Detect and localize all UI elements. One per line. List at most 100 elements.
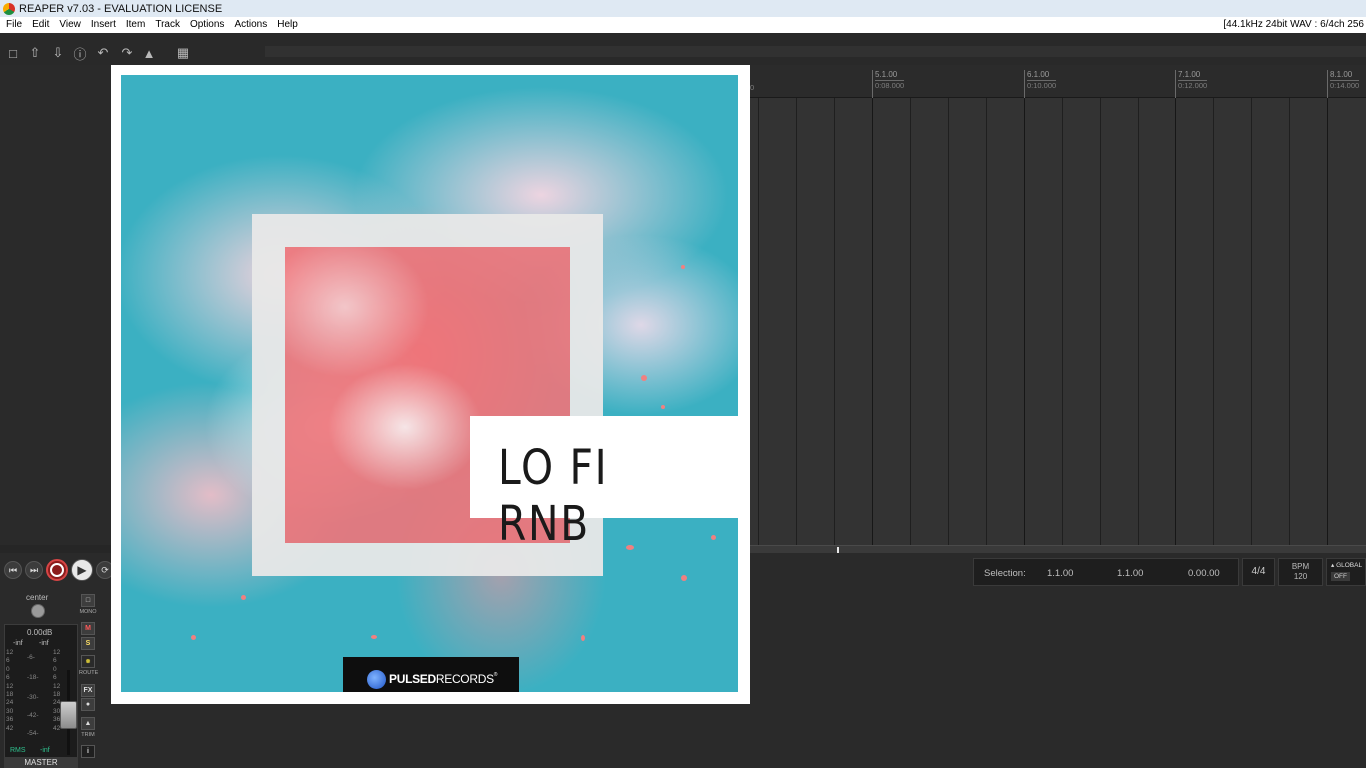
mono-label: MONO: [79, 609, 97, 615]
global-label: GLOBAL: [1336, 562, 1363, 569]
selection-end[interactable]: 1.1.00: [1117, 568, 1143, 579]
transport-controls: ⏮ ⏭ ▶ ⟳: [4, 559, 114, 581]
info-button[interactable]: i: [81, 745, 95, 758]
open-project-icon[interactable]: ⇧: [26, 44, 44, 62]
gridline: [1062, 98, 1063, 545]
ink-droplet: [711, 535, 716, 540]
master-track-name: MASTER: [4, 757, 78, 768]
trim-label: TRIM: [81, 732, 95, 738]
menu-item[interactable]: Item: [121, 17, 150, 33]
global-state[interactable]: OFF: [1331, 572, 1350, 581]
solo-button[interactable]: S: [81, 637, 95, 650]
volume-fader[interactable]: [60, 701, 77, 729]
project-settings-icon[interactable]: ⓘ: [71, 44, 89, 62]
menu-insert[interactable]: Insert: [86, 17, 121, 33]
menu-view[interactable]: View: [54, 17, 86, 33]
gridline: [1138, 98, 1139, 545]
toolbar-strip: [265, 46, 1366, 57]
peak-left: -inf: [13, 640, 23, 647]
gridline: [758, 98, 759, 545]
go-to-start-button[interactable]: ⏮: [4, 561, 22, 579]
menu-file[interactable]: File: [0, 17, 27, 33]
menu-track[interactable]: Track: [150, 17, 185, 33]
route-label: ROUTE: [79, 670, 99, 676]
gridline: [1327, 98, 1328, 545]
gridline: [986, 98, 987, 545]
master-mixer-strip: center 0.00dB -inf -inf 12 6 0 6 12 18 24 30 36 4…: [0, 587, 111, 768]
grid-toggle-icon[interactable]: ▦: [174, 44, 192, 62]
gridline: [1175, 98, 1176, 545]
gridline: [1251, 98, 1252, 545]
pan-label: center: [26, 593, 49, 602]
go-to-end-button[interactable]: ⏭: [25, 561, 43, 579]
metronome-icon[interactable]: ▲: [140, 44, 158, 62]
menu-edit[interactable]: Edit: [27, 17, 54, 33]
rms-readout: RMS -inf: [10, 747, 50, 754]
gridline: [910, 98, 911, 545]
meter-scale-left: 12 6 0 6 12 18 24 30 36 42: [6, 649, 14, 732]
menu-actions[interactable]: Actions: [229, 17, 272, 33]
undo-icon[interactable]: ↶: [94, 44, 112, 62]
window-titlebar: REAPER v7.03 - EVALUATION LICENSE: [0, 0, 1366, 17]
save-project-icon[interactable]: ⇩: [49, 44, 67, 62]
meter-scale-mid: -42-: [27, 712, 39, 719]
fx-button[interactable]: FX: [81, 684, 95, 697]
redo-icon[interactable]: ↷: [118, 44, 136, 62]
ink-droplet: [191, 635, 196, 640]
bpm-value[interactable]: 120: [1279, 572, 1322, 582]
ink-droplet: [681, 575, 687, 581]
ink-droplet: [241, 595, 246, 600]
album-title: LO FI RNB: [498, 440, 609, 552]
main-toolbar: □ ⇧ ⇩ ⓘ ↶ ↷ ▲ ▦: [0, 33, 1366, 65]
album-artwork: LO FI RNB PULSEDRECORDS®: [121, 75, 738, 692]
ruler-partial-time: 0: [750, 83, 755, 92]
window-title: REAPER v7.03 - EVALUATION LICENSE: [19, 2, 223, 15]
play-button[interactable]: ▶: [71, 559, 93, 581]
mute-button[interactable]: M: [81, 622, 95, 635]
reaper-app-icon: [3, 2, 15, 15]
gridline: [1024, 98, 1025, 545]
selection-start[interactable]: 1.1.00: [1047, 568, 1073, 579]
tempo-display[interactable]: BPM 120: [1278, 558, 1323, 586]
timeline-ruler[interactable]: 0 5.1.00 0:08.000 6.1.00 0:10.000 7.1.00 0:…: [750, 65, 1366, 98]
record-label-badge: PULSEDRECORDS®: [343, 657, 519, 692]
selection-length[interactable]: 0.00.00: [1188, 568, 1220, 579]
trim-icon[interactable]: ▲: [81, 717, 95, 730]
horizontal-scrollbar[interactable]: [750, 545, 1366, 553]
album-title-box: LO FI RNB: [470, 416, 738, 552]
ink-droplet: [641, 375, 647, 381]
arrange-view[interactable]: [750, 98, 1366, 545]
meter-scale-mid: -18-: [27, 674, 39, 681]
time-signature[interactable]: 4/4: [1242, 558, 1275, 586]
audio-device-status[interactable]: [44.1kHz 24bit WAV : 6/4ch 256: [1223, 17, 1364, 33]
media-item-image-window[interactable]: LO FI RNB PULSEDRECORDS®: [111, 65, 750, 704]
master-meter: 0.00dB -inf -inf 12 6 0 6 12 18 24 30 36 42 12 6 0 6…: [4, 624, 78, 764]
global-automation[interactable]: ▴ GLOBAL OFF: [1326, 558, 1366, 586]
menu-options[interactable]: Options: [185, 17, 229, 33]
gridline: [1289, 98, 1290, 545]
ruler-mark: 6.1.00 0:10.000: [1024, 70, 1057, 98]
selection-label: Selection:: [984, 568, 1026, 579]
gridline: [834, 98, 835, 545]
fx-bypass-icon[interactable]: ●: [81, 698, 95, 711]
gridline: [796, 98, 797, 545]
ruler-mark: 5.1.00 0:08.000: [872, 70, 905, 98]
meter-scale-mid: -54-: [27, 730, 39, 737]
selection-display[interactable]: Selection: 1.1.00 1.1.00 0.00.00: [973, 558, 1239, 586]
gridline: [1100, 98, 1101, 545]
menu-bar: File Edit View Insert Item Track Options…: [0, 17, 1366, 33]
pan-knob[interactable]: [31, 604, 45, 618]
record-button[interactable]: [46, 559, 68, 581]
automation-icon: ▴: [1331, 562, 1335, 569]
gridline: [1213, 98, 1214, 545]
new-project-icon[interactable]: □: [4, 44, 22, 62]
bpm-label: BPM: [1291, 562, 1310, 571]
ink-droplet: [581, 635, 585, 641]
track-control-panel[interactable]: [0, 65, 111, 545]
volume-readout: 0.00dB: [27, 628, 53, 637]
mono-button[interactable]: □: [81, 594, 95, 607]
route-icon[interactable]: ⨳: [81, 655, 95, 668]
ink-droplet: [681, 265, 685, 269]
ruler-mark: 7.1.00 0:12.000: [1175, 70, 1208, 98]
menu-help[interactable]: Help: [272, 17, 303, 33]
